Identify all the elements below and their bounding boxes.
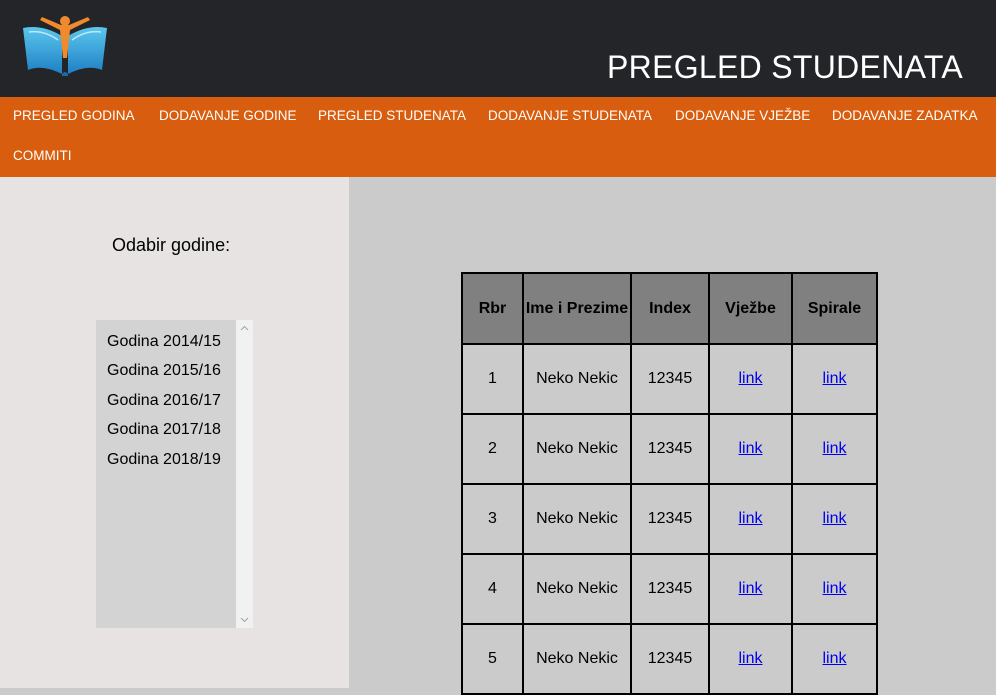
spirale-link[interactable]: link bbox=[822, 370, 846, 387]
row-number: 2 bbox=[461, 413, 524, 485]
student-index: 12345 bbox=[630, 343, 710, 415]
table-row: 3 Neko Nekic 12345 link link bbox=[461, 483, 878, 555]
nav-dodavanje-zadatka[interactable]: DODAVANJE ZADATKA bbox=[832, 108, 978, 123]
spirale-cell: link bbox=[791, 413, 878, 485]
vjezbe-link[interactable]: link bbox=[738, 510, 762, 527]
vjezbe-link[interactable]: link bbox=[738, 650, 762, 667]
year-option[interactable]: Godina 2014/15 bbox=[107, 333, 221, 351]
student-index: 12345 bbox=[630, 483, 710, 555]
table-row: 5 Neko Nekic 12345 link link bbox=[461, 623, 878, 695]
column-header-vjezbe: Vježbe bbox=[708, 272, 793, 345]
nav-dodavanje-vjezbe[interactable]: DODAVANJE VJEŽBE bbox=[675, 108, 810, 123]
column-header-ime-prezime: Ime i Prezime bbox=[522, 272, 632, 345]
vjezbe-cell: link bbox=[708, 483, 793, 555]
nav-pregled-godina[interactable]: PREGLED GODINA bbox=[13, 108, 135, 123]
year-listbox[interactable]: Godina 2014/15 Godina 2015/16 Godina 201… bbox=[96, 320, 253, 628]
chevron-down-icon[interactable] bbox=[240, 615, 249, 624]
table-row: 2 Neko Nekic 12345 link link bbox=[461, 413, 878, 485]
nav-commiti[interactable]: COMMITI bbox=[13, 148, 72, 163]
nav-pregled-studenata[interactable]: PREGLED STUDENATA bbox=[318, 108, 466, 123]
year-option[interactable]: Godina 2018/19 bbox=[107, 451, 221, 469]
spirale-link[interactable]: link bbox=[822, 440, 846, 457]
year-option[interactable]: Godina 2015/16 bbox=[107, 362, 221, 380]
vjezbe-cell: link bbox=[708, 623, 793, 695]
row-number: 5 bbox=[461, 623, 524, 695]
table-header-row: Rbr Ime i Prezime Index Vježbe Spirale bbox=[461, 272, 878, 345]
spirale-link[interactable]: link bbox=[822, 650, 846, 667]
vjezbe-cell: link bbox=[708, 413, 793, 485]
student-name: Neko Nekic bbox=[522, 413, 632, 485]
student-index: 12345 bbox=[630, 623, 710, 695]
vjezbe-cell: link bbox=[708, 343, 793, 415]
student-name: Neko Nekic bbox=[522, 553, 632, 625]
vjezbe-link[interactable]: link bbox=[738, 580, 762, 597]
nav-dodavanje-godine[interactable]: DODAVANJE GODINE bbox=[159, 108, 297, 123]
column-header-index: Index bbox=[630, 272, 710, 345]
column-header-spirale: Spirale bbox=[791, 272, 878, 345]
row-number: 1 bbox=[461, 343, 524, 415]
student-name: Neko Nekic bbox=[522, 483, 632, 555]
student-name: Neko Nekic bbox=[522, 343, 632, 415]
year-select-label: Odabir godine: bbox=[112, 235, 231, 255]
spirale-cell: link bbox=[791, 553, 878, 625]
student-index: 12345 bbox=[630, 553, 710, 625]
table-row: 4 Neko Nekic 12345 link link bbox=[461, 553, 878, 625]
header: PREGLED STUDENATA bbox=[0, 0, 996, 97]
year-option[interactable]: Godina 2017/18 bbox=[107, 421, 221, 439]
spirale-cell: link bbox=[791, 623, 878, 695]
nav-dodavanje-studenata[interactable]: DODAVANJE STUDENATA bbox=[488, 108, 652, 123]
spirale-cell: link bbox=[791, 343, 878, 415]
row-number: 4 bbox=[461, 553, 524, 625]
listbox-scrollbar[interactable] bbox=[236, 320, 253, 628]
student-index: 12345 bbox=[630, 413, 710, 485]
spirale-cell: link bbox=[791, 483, 878, 555]
vjezbe-cell: link bbox=[708, 553, 793, 625]
table-row: 1 Neko Nekic 12345 link link bbox=[461, 343, 878, 415]
row-number: 3 bbox=[461, 483, 524, 555]
spirale-link[interactable]: link bbox=[822, 580, 846, 597]
page-title: PREGLED STUDENATA bbox=[607, 49, 963, 85]
vjezbe-link[interactable]: link bbox=[738, 370, 762, 387]
column-header-rbr: Rbr bbox=[461, 272, 524, 345]
year-option[interactable]: Godina 2016/17 bbox=[107, 392, 221, 410]
main-navigation: PREGLED GODINA DODAVANJE GODINE PREGLED … bbox=[0, 97, 996, 177]
students-table: Rbr Ime i Prezime Index Vježbe Spirale 1… bbox=[461, 272, 878, 695]
chevron-up-icon[interactable] bbox=[240, 324, 249, 333]
book-person-logo-icon[interactable] bbox=[20, 14, 110, 76]
student-name: Neko Nekic bbox=[522, 623, 632, 695]
vjezbe-link[interactable]: link bbox=[738, 440, 762, 457]
spirale-link[interactable]: link bbox=[822, 510, 846, 527]
